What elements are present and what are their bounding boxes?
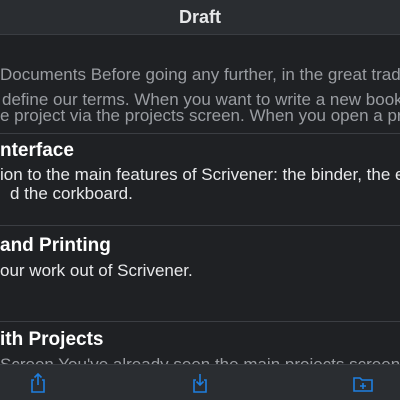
list-item[interactable]: Documents Before going any further, in t… bbox=[0, 35, 400, 134]
document-list[interactable]: Documents Before going any further, in t… bbox=[0, 35, 400, 365]
navigation-bar: Draft bbox=[0, 0, 400, 35]
document-synopsis-line: e project via the projects screen. When … bbox=[0, 106, 400, 125]
document-title: ith Projects bbox=[0, 329, 104, 350]
share-button[interactable] bbox=[26, 371, 50, 395]
list-item[interactable]: nterface ion to the main features of Scr… bbox=[0, 134, 400, 226]
document-title: and Printing bbox=[0, 235, 111, 256]
list-item[interactable]: and Printing our work out of Scrivener. bbox=[0, 226, 400, 322]
new-folder-button[interactable] bbox=[351, 371, 375, 395]
document-synopsis-line: our work out of Scrivener. bbox=[0, 261, 193, 280]
scrivener-app: Draft Documents Before going any further… bbox=[0, 0, 400, 400]
share-icon bbox=[31, 372, 45, 393]
document-synopsis-line: d the corkboard. bbox=[10, 184, 133, 203]
bottom-toolbar bbox=[0, 364, 400, 400]
document-title: nterface bbox=[0, 140, 74, 161]
import-button[interactable] bbox=[188, 371, 212, 395]
page-title: Draft bbox=[178, 6, 221, 27]
document-synopsis-line: ion to the main features of Scrivener: t… bbox=[0, 165, 400, 184]
document-synopsis-line: Documents Before going any further, in t… bbox=[0, 65, 400, 84]
list-item[interactable]: ith Projects Screen You've already seen … bbox=[0, 322, 400, 365]
new-folder-icon bbox=[353, 377, 373, 392]
import-icon bbox=[193, 374, 207, 393]
